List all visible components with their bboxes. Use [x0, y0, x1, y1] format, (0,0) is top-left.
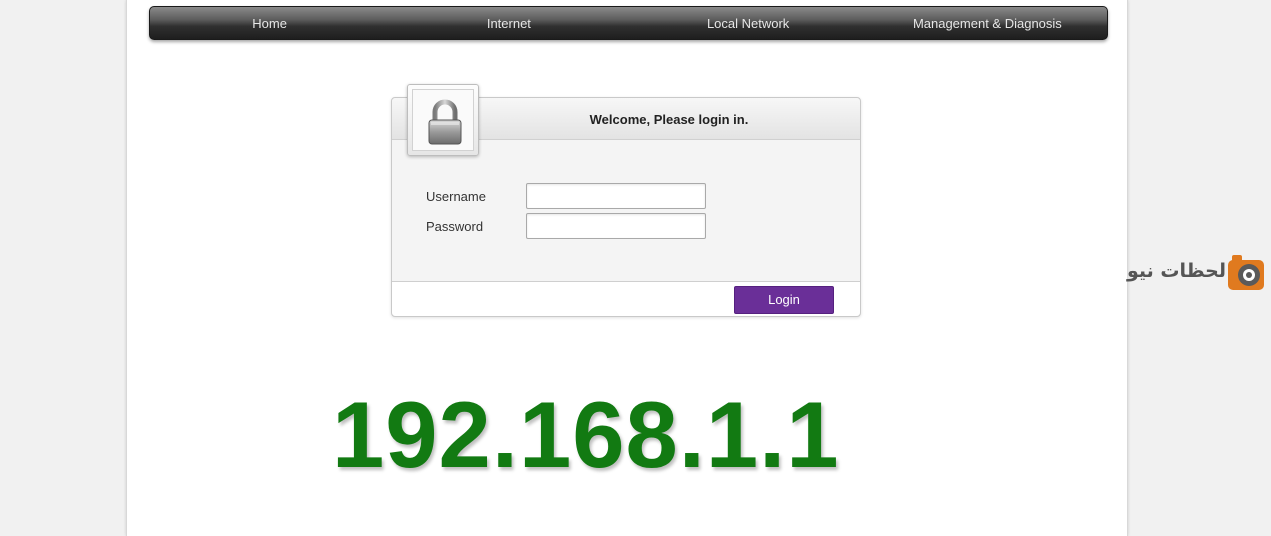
password-input[interactable]: [526, 213, 706, 239]
login-form: Username Password: [392, 140, 860, 282]
watermark-text: لحظات نيوز: [1126, 260, 1226, 282]
login-footer: Login: [392, 281, 860, 316]
password-label: Password: [426, 219, 484, 234]
ip-address-overlay: 192.168.1.1: [332, 382, 840, 487]
nav-home[interactable]: Home: [150, 7, 389, 39]
nav-local-network[interactable]: Local Network: [629, 7, 868, 39]
main-navigation: Home Internet Local Network Management &…: [149, 6, 1108, 40]
login-header: Welcome, Please login in.: [392, 84, 860, 156]
login-panel: Welcome, Please login in. Username Passw…: [391, 84, 861, 317]
username-input[interactable]: [526, 183, 706, 209]
login-button[interactable]: Login: [734, 286, 834, 314]
page-container: Home Internet Local Network Management &…: [126, 0, 1128, 536]
nav-management-diagnosis[interactable]: Management & Diagnosis: [868, 7, 1107, 39]
username-label: Username: [426, 189, 486, 204]
nav-internet[interactable]: Internet: [389, 7, 628, 39]
camera-logo-icon: [1228, 255, 1264, 290]
watermark: لحظات نيوز: [1120, 252, 1268, 294]
